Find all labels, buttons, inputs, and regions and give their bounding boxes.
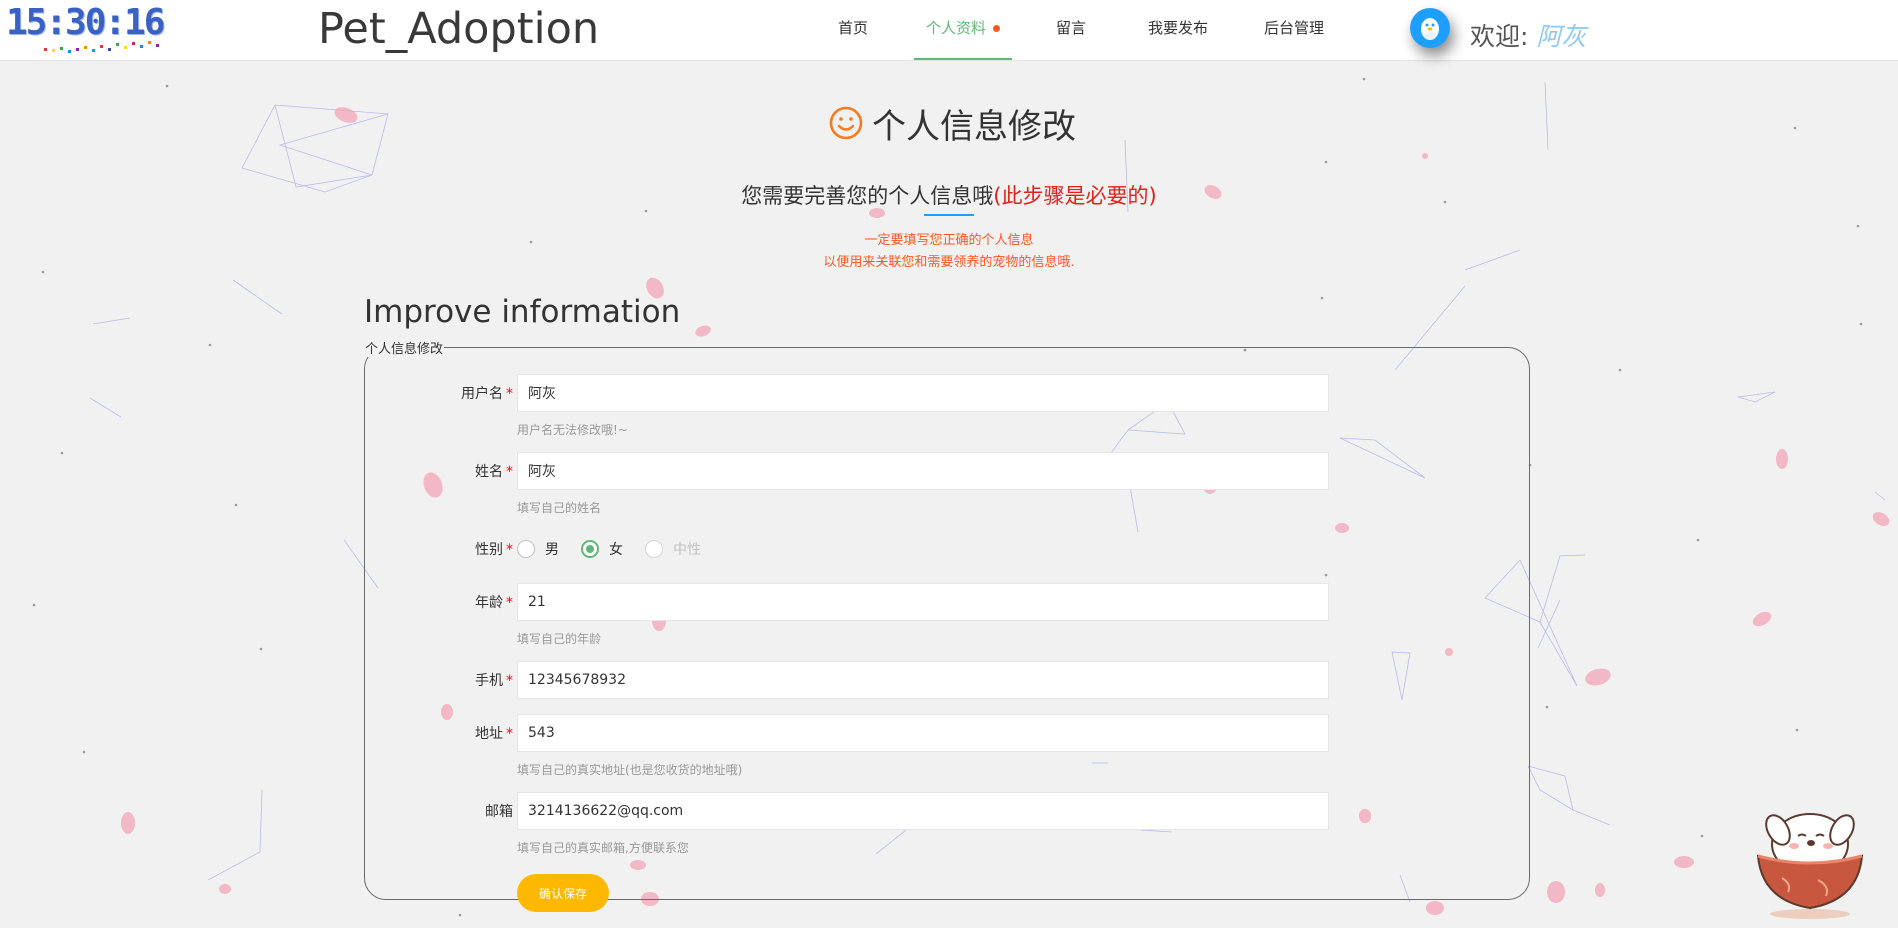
- gender-row: 性别 * 男 女 中性: [365, 530, 1529, 568]
- qq-penguin-icon: [1421, 18, 1439, 40]
- address-hint: 填写自己的真实地址(也是您收货的地址哦): [517, 763, 743, 777]
- welcome-label: 欢迎:: [1470, 22, 1529, 51]
- nav-messages[interactable]: 留言: [1036, 0, 1106, 58]
- username-hint: 用户名无法修改哦!~: [517, 423, 628, 437]
- clock-confetti-decoration: [44, 41, 159, 53]
- instruction-notes: 一定要填写您正确的个人信息 以便用来关联您和需要领养的宠物的信息哦.: [0, 230, 1898, 274]
- required-star: *: [506, 726, 513, 742]
- radio-circle[interactable]: [517, 540, 535, 558]
- profile-form: 个人信息修改 用户名* 用户名无法修改哦!~ 姓名* 填写自己的姓名 性别* 男…: [364, 338, 1530, 912]
- required-star: *: [506, 595, 513, 611]
- site-brand[interactable]: Pet_Adoption: [318, 4, 599, 54]
- gender-option-male-label: 男: [545, 542, 559, 558]
- address-label: 地址 *: [365, 723, 513, 743]
- address-row: 地址 *: [365, 714, 1529, 752]
- user-avatar[interactable]: [1410, 8, 1450, 48]
- age-hint: 填写自己的年龄: [517, 632, 602, 646]
- gender-label-text: 性别: [475, 542, 503, 558]
- gender-option-neutral-label: 中性: [673, 542, 701, 558]
- form-legend: 个人信息修改: [365, 342, 444, 357]
- username-input[interactable]: [517, 374, 1329, 412]
- puppy-bowl-mascot[interactable]: [1752, 796, 1868, 920]
- subtitle-text: 您需要完善您的个人信息哦: [741, 184, 994, 208]
- email-label-text: 邮箱: [485, 804, 513, 820]
- digital-clock: 15:30:16: [6, 2, 165, 43]
- username-row: 用户名 *: [365, 374, 1529, 412]
- page-subtitle: 您需要完善您的个人信息哦(此步骤是必要的): [0, 180, 1898, 210]
- username-label: 用户名 *: [365, 383, 513, 403]
- email-input[interactable]: [517, 792, 1329, 830]
- phone-label: 手机 *: [365, 670, 513, 690]
- smile-icon: [829, 106, 863, 140]
- name-hint: 填写自己的姓名: [517, 501, 602, 515]
- top-navbar: 15:30:16 Pet_Adoption 首页 个人资料 留言 我要发布 后台…: [0, 0, 1898, 61]
- welcome-username[interactable]: 阿灰: [1536, 22, 1586, 51]
- name-label-text: 姓名: [475, 464, 503, 480]
- nav-profile[interactable]: 个人资料: [914, 0, 1012, 60]
- phone-input[interactable]: [517, 661, 1329, 699]
- page-heading: 个人信息修改: [828, 100, 1076, 147]
- section-title: Improve information: [364, 294, 681, 330]
- nav-profile-label: 个人资料: [925, 19, 986, 37]
- required-star: *: [506, 542, 513, 558]
- phone-label-text: 手机: [475, 673, 503, 689]
- email-hint: 填写自己的真实邮箱,方便联系您: [517, 841, 689, 855]
- gender-option-neutral: 中性: [645, 539, 701, 559]
- gender-radio-group: 男 女 中性: [517, 530, 723, 568]
- address-label-text: 地址: [475, 726, 503, 742]
- radio-circle-disabled: [645, 540, 663, 558]
- subtitle-required-note: (此步骤是必要的): [993, 184, 1157, 208]
- save-button[interactable]: 确认保存: [517, 874, 609, 912]
- nav-admin[interactable]: 后台管理: [1246, 0, 1342, 58]
- age-label: 年龄 *: [365, 592, 513, 612]
- address-input[interactable]: [517, 714, 1329, 752]
- required-star: *: [506, 673, 513, 689]
- notification-dot: [993, 25, 1000, 32]
- nav-publish[interactable]: 我要发布: [1130, 0, 1226, 58]
- nav-messages-label: 留言: [1055, 19, 1086, 37]
- nav-admin-label: 后台管理: [1263, 19, 1324, 37]
- subtitle-underline: [924, 214, 974, 216]
- page-title: 个人信息修改: [872, 106, 1076, 147]
- phone-row: 手机 *: [365, 661, 1529, 699]
- gender-option-male[interactable]: 男: [517, 539, 559, 559]
- gender-option-female-label: 女: [609, 542, 623, 558]
- name-row: 姓名 *: [365, 452, 1529, 490]
- username-label-text: 用户名: [461, 386, 503, 402]
- required-star: *: [506, 386, 513, 402]
- age-label-text: 年龄: [475, 595, 503, 611]
- radio-circle-checked[interactable]: [581, 540, 599, 558]
- welcome-message: 欢迎: 阿灰: [1470, 17, 1586, 53]
- main-nav: 首页 个人资料 留言 我要发布 后台管理: [812, 0, 1342, 60]
- gender-option-female[interactable]: 女: [581, 539, 623, 559]
- nav-publish-label: 我要发布: [1147, 19, 1208, 37]
- required-star: *: [506, 464, 513, 480]
- email-row: 邮箱: [365, 792, 1529, 830]
- email-label: 邮箱: [365, 801, 513, 821]
- age-input[interactable]: [517, 583, 1329, 621]
- name-label: 姓名 *: [365, 461, 513, 481]
- nav-home[interactable]: 首页: [812, 0, 894, 58]
- note-line-2: 以便用来关联您和需要领养的宠物的信息哦.: [823, 255, 1075, 270]
- gender-label: 性别 *: [365, 539, 513, 559]
- age-row: 年龄 *: [365, 583, 1529, 621]
- name-input[interactable]: [517, 452, 1329, 490]
- nav-home-label: 首页: [837, 19, 868, 37]
- note-line-1: 一定要填写您正确的个人信息: [864, 233, 1034, 248]
